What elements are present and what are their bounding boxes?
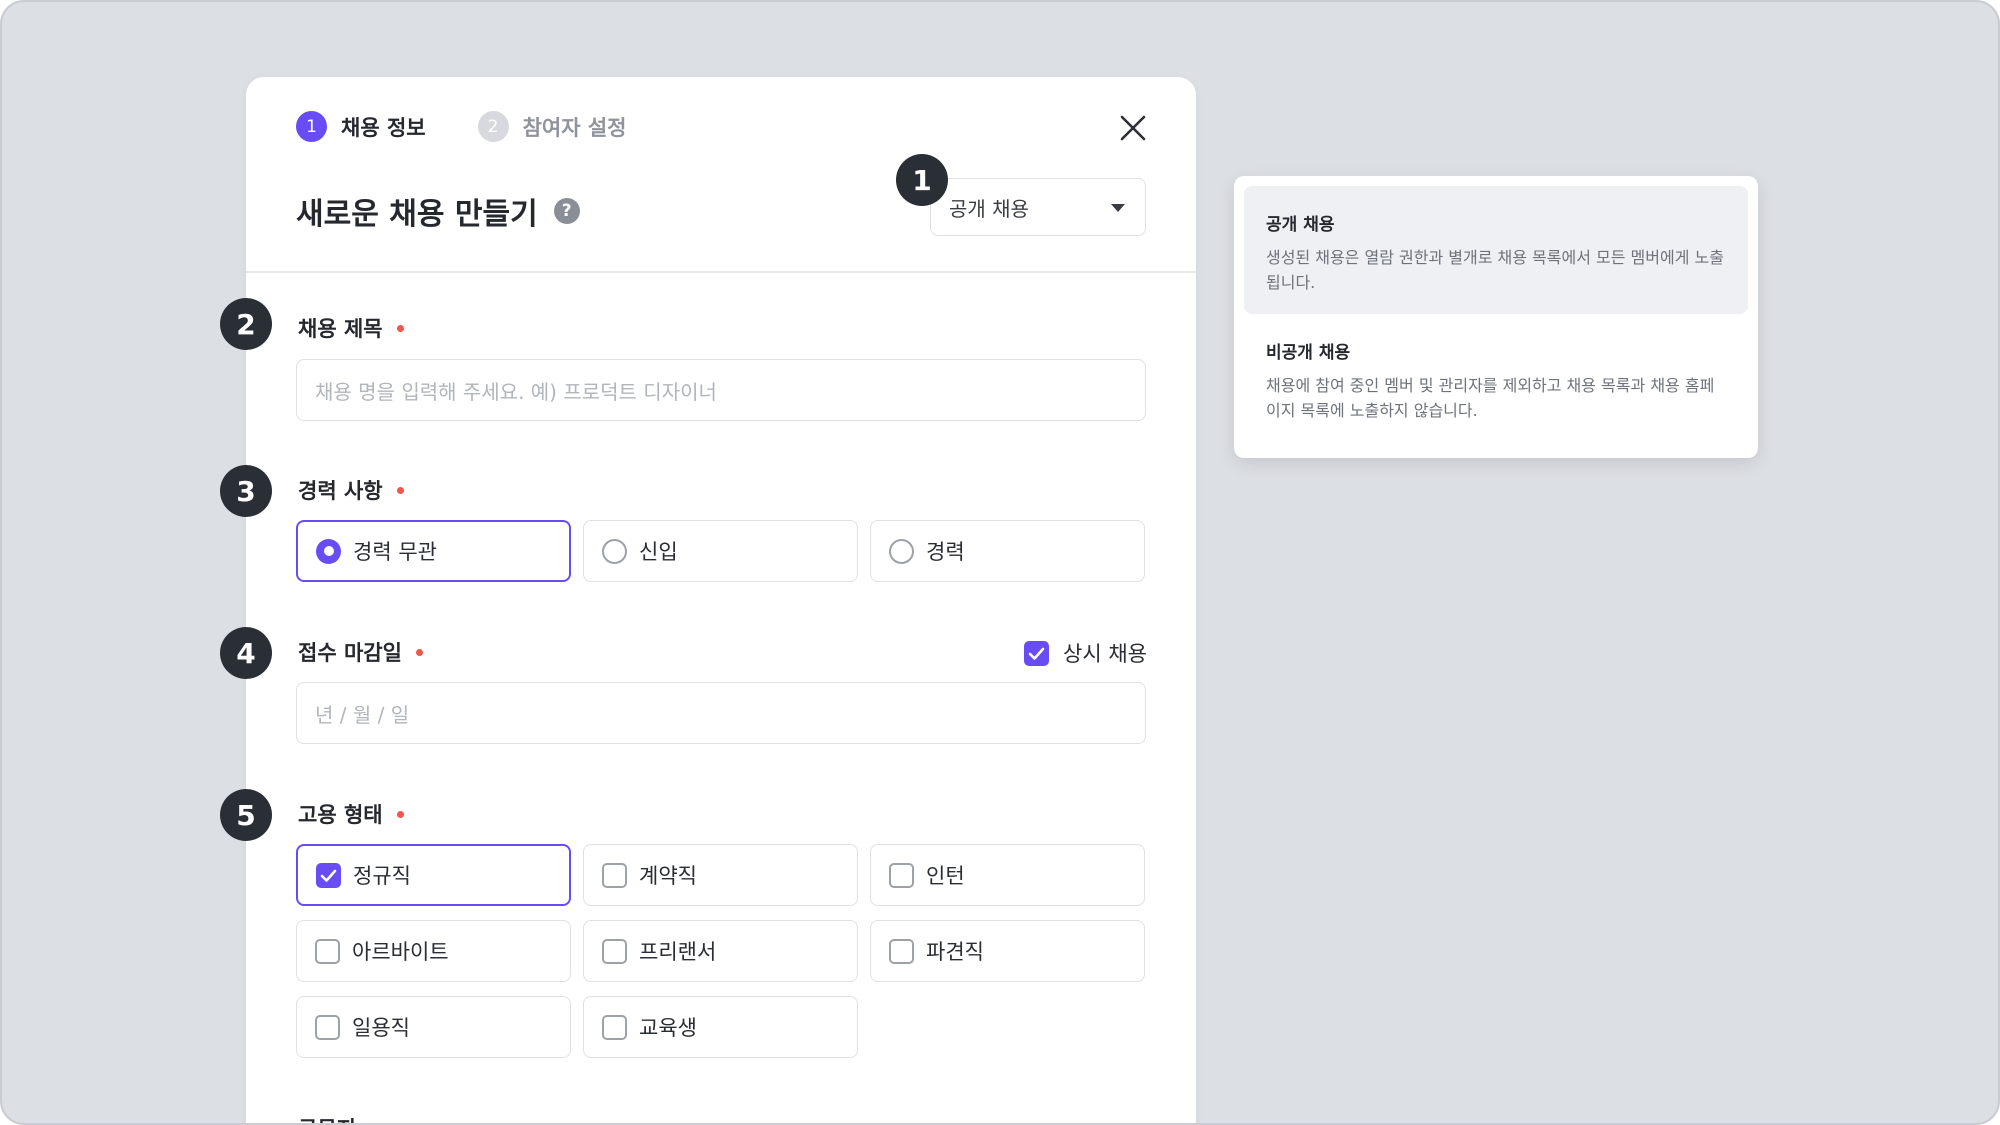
option-title: 공개 채용 <box>1266 215 1335 235</box>
annotation-badge: 5 <box>220 789 272 841</box>
option-description: 채용에 참여 중인 멤버 및 관리자를 제외하고 채용 목록과 채용 홈페이지 … <box>1266 376 1715 420</box>
screen-frame: 1 채용 정보 2 참여자 설정 새로운 채용 만들기 ? 공개 채용 채용 제… <box>0 0 2000 1125</box>
option-label: 계약직 <box>639 864 697 888</box>
step-job-info[interactable]: 1 채용 정보 <box>296 111 426 142</box>
option-title: 비공개 채용 <box>1266 343 1351 363</box>
visibility-select-value: 공개 채용 <box>949 196 1029 221</box>
option-label: 신입 <box>639 540 678 564</box>
option-label: 아르바이트 <box>352 940 449 964</box>
annotation-badge: 4 <box>220 627 272 679</box>
employment-option-freelancer[interactable]: 프리랜서 <box>583 920 858 982</box>
visibility-select[interactable]: 공개 채용 <box>930 178 1146 236</box>
job-title-label-text: 채용 제목 <box>298 317 383 341</box>
help-icon[interactable]: ? <box>553 198 580 224</box>
deadline-placeholder: 년 / 월 / 일 <box>315 702 410 727</box>
option-label: 교육생 <box>639 1016 697 1040</box>
step-participants[interactable]: 2 참여자 설정 <box>477 111 627 142</box>
deadline-label-text: 접수 마감일 <box>298 641 402 665</box>
employment-option-daily[interactable]: 일용직 <box>296 996 571 1058</box>
required-dot <box>396 486 404 494</box>
employment-option-intern[interactable]: 인턴 <box>870 844 1145 906</box>
option-description: 생성된 채용은 열람 권한과 별개로 채용 목록에서 모든 멤버에게 노출됩니다… <box>1266 248 1724 292</box>
checkbox-icon <box>602 862 627 888</box>
experience-option-any[interactable]: 경력 무관 <box>296 520 571 582</box>
step-number: 1 <box>296 111 327 142</box>
experience-option-experienced[interactable]: 경력 <box>870 520 1145 582</box>
employment-option-dispatched[interactable]: 파견직 <box>870 920 1145 982</box>
workplace-label: 근무지 <box>298 1113 356 1123</box>
checkbox-checked-icon <box>316 862 341 888</box>
job-title-label: 채용 제목 <box>298 313 404 343</box>
checkbox-icon <box>602 1014 627 1040</box>
caret-down-icon <box>1111 204 1125 212</box>
stepper: 1 채용 정보 2 참여자 설정 <box>296 111 679 142</box>
experience-label-text: 경력 사항 <box>298 479 383 503</box>
step-number: 2 <box>477 111 509 142</box>
deadline-label: 접수 마감일 <box>298 637 423 667</box>
checkbox-icon <box>315 938 340 964</box>
experience-option-new[interactable]: 신입 <box>583 520 858 582</box>
option-label: 일용직 <box>352 1016 410 1040</box>
job-title-input[interactable]: 채용 명을 입력해 주세요. 예) 프로덕트 디자이너 <box>296 359 1146 421</box>
annotation-badge: 3 <box>220 465 272 517</box>
dropdown-option-public[interactable]: 공개 채용 생성된 채용은 열람 권한과 별개로 채용 목록에서 모든 멤버에게… <box>1244 186 1748 314</box>
radio-selected-icon <box>316 538 341 564</box>
step-label: 채용 정보 <box>341 115 426 140</box>
option-label: 경력 <box>926 540 965 564</box>
option-label: 경력 무관 <box>353 540 437 564</box>
dropdown-option-private[interactable]: 비공개 채용 채용에 참여 중인 멤버 및 관리자를 제외하고 채용 목록과 채… <box>1244 314 1748 442</box>
checkbox-icon <box>315 1014 340 1040</box>
checkbox-icon <box>889 938 914 964</box>
required-dot <box>415 648 423 656</box>
visibility-dropdown-menu: 공개 채용 생성된 채용은 열람 권한과 별개로 채용 목록에서 모든 멤버에게… <box>1234 176 1758 458</box>
always-hiring-checkbox[interactable]: 상시 채용 <box>1024 638 1147 668</box>
close-button[interactable] <box>1116 111 1150 145</box>
experience-label: 경력 사항 <box>298 475 404 505</box>
radio-icon <box>602 538 627 564</box>
option-label: 정규직 <box>353 864 411 888</box>
radio-icon <box>889 538 914 564</box>
checkbox-icon <box>889 862 914 888</box>
employment-option-parttime[interactable]: 아르바이트 <box>296 920 571 982</box>
create-job-modal: 1 채용 정보 2 참여자 설정 새로운 채용 만들기 ? 공개 채용 채용 제… <box>246 77 1196 1123</box>
employment-option-trainee[interactable]: 교육생 <box>583 996 858 1058</box>
employment-option-contract[interactable]: 계약직 <box>583 844 858 906</box>
employment-type-label-text: 고용 형태 <box>298 803 383 827</box>
title-row: 새로운 채용 만들기 ? <box>296 189 580 233</box>
page-title: 새로운 채용 만들기 <box>296 197 538 232</box>
annotation-badge: 2 <box>220 298 272 350</box>
always-hiring-label: 상시 채용 <box>1063 642 1147 666</box>
option-label: 파견직 <box>926 940 984 964</box>
deadline-date-input[interactable]: 년 / 월 / 일 <box>296 682 1146 744</box>
job-title-placeholder: 채용 명을 입력해 주세요. 예) 프로덕트 디자이너 <box>315 379 717 404</box>
checkbox-checked-icon <box>1024 640 1049 666</box>
step-label: 참여자 설정 <box>522 115 627 140</box>
employment-type-label: 고용 형태 <box>298 799 404 829</box>
required-dot <box>396 324 404 332</box>
required-dot <box>396 810 404 818</box>
option-label: 프리랜서 <box>639 940 717 964</box>
close-icon <box>1120 115 1146 141</box>
annotation-badge: 1 <box>896 154 948 206</box>
header-divider <box>246 271 1196 273</box>
option-label: 인턴 <box>926 864 965 888</box>
employment-option-fulltime[interactable]: 정규직 <box>296 844 571 906</box>
checkbox-icon <box>602 938 627 964</box>
